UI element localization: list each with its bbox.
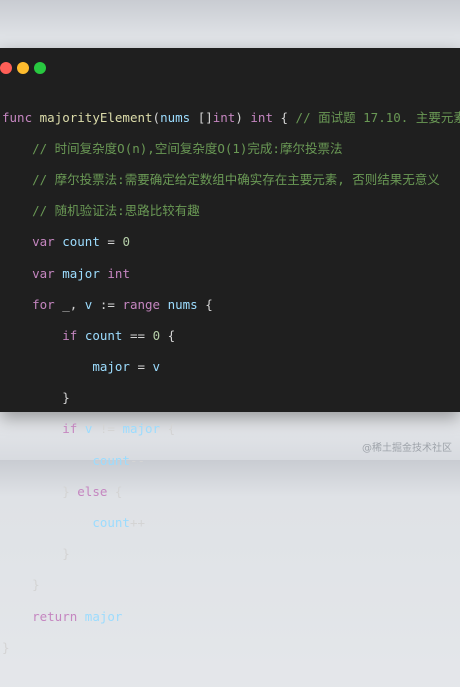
- code-line-9: major = v: [2, 359, 458, 375]
- keyword: range: [122, 296, 161, 312]
- code-line-12: count--: [2, 453, 458, 469]
- punctuation: (: [152, 109, 161, 125]
- number-literal: 0: [152, 327, 161, 343]
- identifier: major: [92, 359, 130, 375]
- code-line-15: }: [2, 546, 458, 562]
- punctuation: {: [160, 327, 176, 343]
- punctuation: {: [160, 421, 176, 437]
- punctuation: []: [190, 109, 213, 125]
- punctuation: }: [62, 390, 70, 406]
- code-line-5: var count = 0: [2, 234, 458, 250]
- operator: :=: [92, 296, 123, 312]
- code-line-8: if count == 0 {: [2, 328, 458, 344]
- keyword: return: [32, 608, 78, 624]
- identifier: count: [92, 452, 130, 468]
- identifier: nums: [167, 296, 198, 312]
- minimize-window-button[interactable]: [17, 62, 29, 74]
- operator: !=: [92, 421, 123, 437]
- keyword: func: [2, 109, 33, 125]
- zoom-window-button[interactable]: [34, 62, 46, 74]
- identifier: v: [152, 359, 161, 375]
- operator: --: [129, 452, 146, 468]
- operator: =: [99, 234, 123, 250]
- type: int: [250, 109, 273, 125]
- type: int: [212, 109, 236, 125]
- operator: =: [129, 359, 153, 375]
- code-line-14: count++: [2, 515, 458, 531]
- punctuation: }: [62, 483, 78, 499]
- code-line-3: // 摩尔投票法:需要确定给定数组中确实存在主要元素, 否则结果无意义: [2, 172, 458, 188]
- code-line-18: }: [2, 640, 458, 656]
- code-line-1: func majorityElement(nums []int) int { /…: [2, 109, 460, 126]
- keyword: if: [62, 421, 78, 437]
- identifier: count: [92, 515, 130, 531]
- operator: ++: [129, 515, 146, 531]
- number-literal: 0: [122, 234, 130, 250]
- comment: // 时间复杂度O(n),空间复杂度O(1)完成:摩尔投票法: [32, 140, 343, 156]
- punctuation: {: [107, 483, 123, 499]
- identifier: major: [122, 421, 161, 437]
- operator: ==: [122, 327, 153, 343]
- code-line-17: return major: [2, 609, 458, 625]
- identifier: major: [84, 608, 123, 624]
- punctuation: {: [272, 109, 296, 125]
- keyword: else: [77, 483, 108, 499]
- identifier: major: [62, 265, 100, 281]
- punctuation: }: [32, 577, 40, 593]
- window-titlebar: [0, 48, 460, 88]
- punctuation: }: [62, 546, 70, 562]
- keyword: if: [62, 327, 78, 343]
- type: int: [107, 265, 130, 281]
- code-line-2: // 时间复杂度O(n),空间复杂度O(1)完成:摩尔投票法: [2, 141, 458, 157]
- comment: // 面试题 17.10. 主要元素: [295, 109, 460, 125]
- punctuation: }: [2, 639, 10, 655]
- code-line-4: // 随机验证法:思路比较有趣: [2, 203, 458, 219]
- keyword: for: [32, 296, 55, 312]
- code-line-6: var major int: [2, 266, 458, 282]
- identifier: count: [84, 327, 123, 343]
- identifier: count: [62, 234, 100, 250]
- code-block: func majorityElement(nums []int) int { /…: [2, 94, 460, 687]
- keyword: var: [32, 234, 55, 250]
- code-line-16: }: [2, 577, 458, 593]
- function-name: majorityElement: [39, 109, 153, 125]
- code-window: func majorityElement(nums []int) int { /…: [0, 48, 460, 655]
- code-line-10: }: [2, 390, 458, 406]
- comment: // 随机验证法:思路比较有趣: [32, 203, 200, 219]
- keyword: var: [32, 265, 55, 281]
- code-line-7: for _, v := range nums {: [2, 297, 458, 313]
- close-window-button[interactable]: [0, 62, 12, 74]
- identifier: nums: [160, 109, 191, 125]
- punctuation: _,: [54, 296, 85, 312]
- code-line-11: if v != major {: [2, 421, 458, 437]
- punctuation: ): [235, 109, 251, 125]
- punctuation: {: [197, 296, 213, 312]
- comment: // 摩尔投票法:需要确定给定数组中确实存在主要元素, 否则结果无意义: [32, 171, 440, 187]
- code-line-13: } else {: [2, 484, 458, 500]
- watermark: @稀土掘金技术社区: [362, 443, 452, 454]
